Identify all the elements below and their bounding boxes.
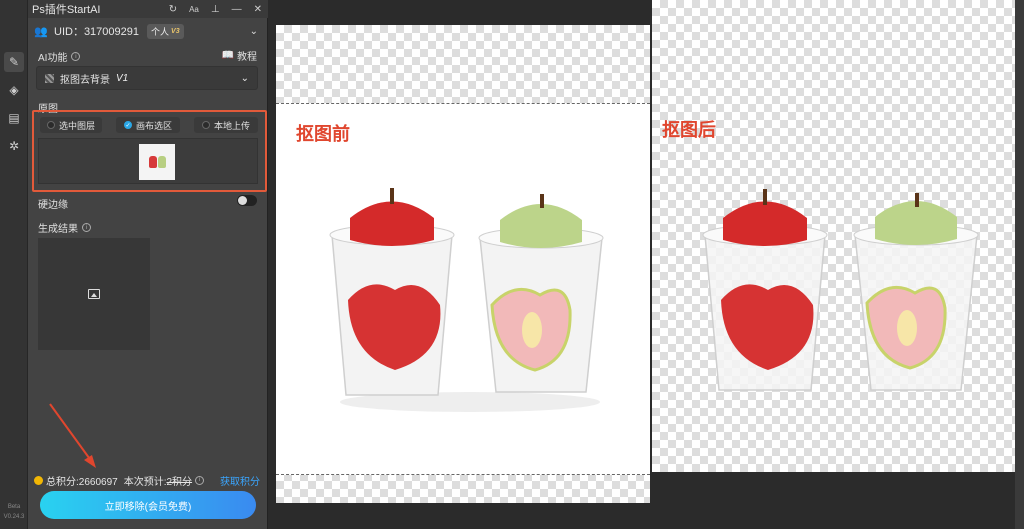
- plan-badge-label: 个人: [151, 26, 170, 37]
- font-size-icon[interactable]: Aa: [189, 5, 199, 14]
- mode-local-upload[interactable]: 本地上传: [194, 117, 258, 133]
- estimate-label: 本次预计:: [123, 476, 167, 488]
- get-points-link[interactable]: 获取积分: [220, 473, 260, 488]
- coin-icon: [34, 475, 43, 485]
- refresh-icon[interactable]: ↻: [169, 4, 177, 15]
- tutorial-text: 教程: [237, 52, 257, 63]
- chevron-down-icon[interactable]: ⌄: [250, 26, 258, 37]
- user-row[interactable]: 👥 UID：317009291 个人 V3 ⌄: [28, 20, 268, 42]
- before-cups-image: [329, 188, 604, 412]
- app-window: ✎ ◈ ▤ ✲ Beta V0.24.3 Ps插件StartAI ↻ Aa ⊥ …: [0, 0, 1024, 529]
- scrollbar[interactable]: [1015, 0, 1024, 529]
- function-version: V1: [116, 72, 129, 84]
- hard-edge-label: 硬边缘: [38, 200, 68, 211]
- layers-icon[interactable]: ◈: [4, 80, 24, 100]
- function-select-value: 抠图去背景: [60, 74, 110, 86]
- total-points: 总积分:2660697: [46, 476, 118, 488]
- mode-label: 选中图层: [58, 120, 95, 131]
- after-cups-image: [702, 189, 979, 391]
- info-icon[interactable]: i: [71, 52, 81, 61]
- check-icon: ✓: [123, 121, 132, 129]
- image-placeholder-icon: [88, 289, 100, 299]
- source-thumbnail: [139, 144, 175, 180]
- after-label: 抠图后: [662, 120, 716, 141]
- book-icon: 📖: [221, 50, 234, 61]
- remove-background-button[interactable]: 立即移除(会员免费): [40, 491, 256, 519]
- result-text: 生成结果: [38, 224, 78, 235]
- tutorial-link[interactable]: 📖 教程: [222, 48, 257, 63]
- document-icon[interactable]: ▤: [4, 108, 24, 128]
- pin-icon[interactable]: ⊥: [211, 4, 220, 15]
- source-preview-box[interactable]: [38, 138, 258, 184]
- hard-edge-toggle[interactable]: [237, 195, 257, 206]
- mode-canvas-selection[interactable]: ✓ 画布选区: [116, 117, 180, 133]
- ai-function-label: AI功能 i: [38, 49, 81, 64]
- mode-label: 本地上传: [213, 120, 250, 131]
- info-icon[interactable]: i: [82, 223, 91, 232]
- toggle-knob: [238, 196, 247, 205]
- result-preview-box[interactable]: [38, 238, 150, 350]
- red-cup-thumb: [148, 156, 157, 168]
- mode-selected-layer[interactable]: 选中图层: [40, 117, 102, 133]
- edit-tool-icon[interactable]: ✎: [4, 52, 24, 72]
- version-label: V0.24.3: [3, 514, 25, 520]
- plan-level: V3: [171, 27, 180, 35]
- cutout-icon: [45, 73, 54, 83]
- users-icon: 👥: [34, 25, 48, 38]
- plugin-panel: Ps插件StartAI ↻ Aa ⊥ — ✕ 👥 UID：317009291 个…: [28, 0, 268, 529]
- panel-titlebar: Ps插件StartAI ↻ Aa ⊥ — ✕: [28, 0, 268, 18]
- uid-text: UID：317009291: [54, 26, 140, 38]
- ai-function-text: AI功能: [38, 53, 68, 64]
- info-icon[interactable]: i: [195, 475, 205, 485]
- tool-strip: ✎ ◈ ▤ ✲ Beta V0.24.3: [0, 0, 28, 529]
- points-row: 总积分:2660697 本次预计: 2积分 i 获取积分: [34, 473, 264, 488]
- function-select[interactable]: 抠图去背景 V1 ⌄: [36, 66, 258, 90]
- result-label: 生成结果 i: [38, 220, 91, 235]
- estimate-value: 2积分: [166, 476, 193, 488]
- radio-icon: [46, 121, 55, 129]
- panel-title: Ps插件StartAI: [32, 4, 101, 16]
- close-icon[interactable]: ✕: [254, 4, 262, 15]
- beta-label: Beta: [7, 504, 21, 510]
- radio-icon: [201, 121, 210, 129]
- minimize-icon[interactable]: —: [232, 4, 242, 15]
- plan-badge: 个人 V3: [147, 23, 184, 39]
- green-cup-thumb: [157, 156, 166, 168]
- mode-label: 画布选区: [135, 120, 172, 131]
- chevron-down-icon: ⌄: [240, 72, 249, 84]
- before-label: 抠图前: [296, 124, 350, 145]
- settings-icon[interactable]: ✲: [4, 136, 24, 156]
